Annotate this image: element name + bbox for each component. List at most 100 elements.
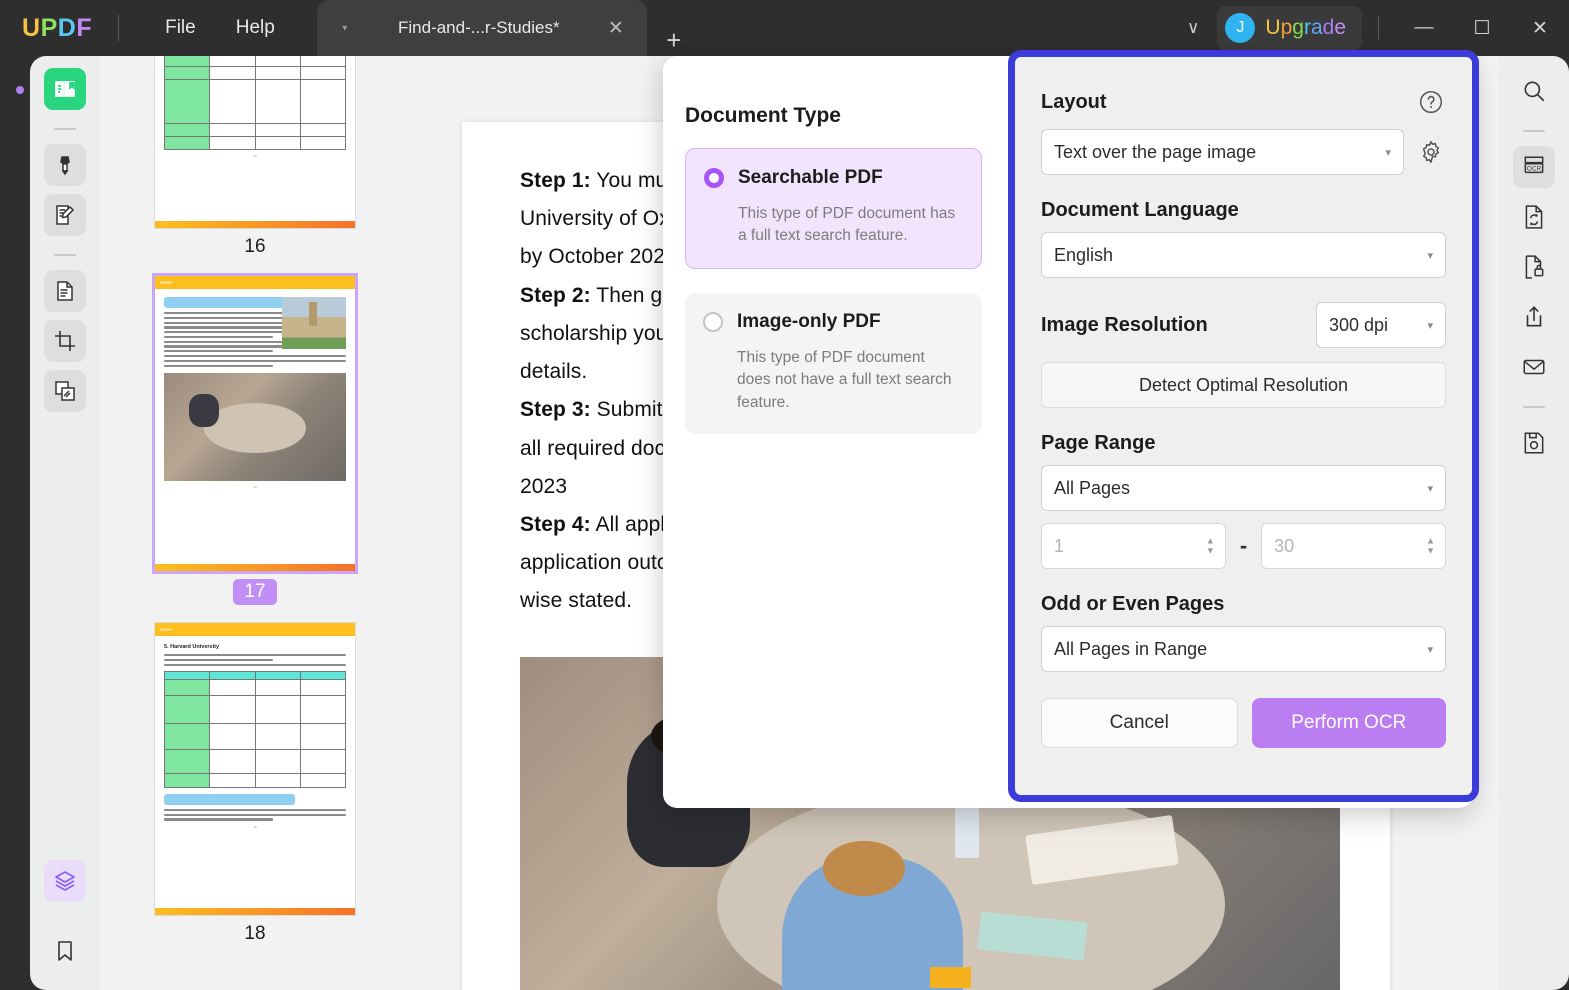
document-tab[interactable]: ▾ Find-and-...r-Studies* ✕ [316, 0, 647, 56]
menu-help[interactable]: Help [216, 11, 295, 45]
thumbnail-page-18[interactable]: UPDF 5. Harvard University 18 [155, 623, 355, 915]
stepper-arrows-icon[interactable]: ▲ ▼ [1426, 536, 1435, 555]
stepper-up-icon[interactable]: ▲ [1206, 536, 1215, 545]
ocr-icon[interactable]: OCR [1513, 146, 1555, 188]
option-description: This type of PDF document does not have … [737, 348, 952, 411]
range-to-input[interactable]: 30 ▲ ▼ [1261, 523, 1447, 569]
upgrade-char: r [1303, 16, 1311, 39]
option-description: This type of PDF document has a full tex… [738, 205, 956, 245]
range-from-value: 1 [1054, 535, 1065, 556]
edit-pdf-icon[interactable] [44, 194, 86, 236]
avatar: J [1225, 13, 1256, 43]
detect-optimal-resolution-button[interactable]: Detect Optimal Resolution [1041, 362, 1446, 408]
page-range-select[interactable]: All Pages ▾ [1041, 465, 1446, 511]
tab-dropdown-caret-icon[interactable]: ▾ [331, 23, 359, 34]
stepper-down-icon[interactable]: ▼ [1206, 546, 1215, 555]
minimize-button[interactable]: — [1395, 0, 1453, 56]
toolbar-divider-1 [54, 128, 76, 130]
gear-icon[interactable] [1416, 137, 1446, 167]
chevron-down-icon[interactable]: ▾ [1427, 319, 1433, 332]
maximize-button[interactable]: ☐ [1453, 0, 1511, 56]
language-value: English [1054, 244, 1114, 265]
email-icon[interactable] [1513, 346, 1555, 388]
thumb-text-line [164, 350, 274, 353]
stepper-down-icon[interactable]: ▼ [1426, 546, 1435, 555]
crop-page-icon[interactable] [44, 320, 86, 362]
layout-select[interactable]: Text over the page image ▾ [1041, 129, 1404, 175]
share-icon[interactable] [1513, 296, 1555, 338]
odd-even-label: Odd or Even Pages [1041, 593, 1225, 615]
cancel-button[interactable]: Cancel [1041, 698, 1238, 748]
chevron-down-icon[interactable]: ∨ [1169, 18, 1217, 38]
search-icon[interactable] [1513, 70, 1555, 112]
upgrade-button[interactable]: J U p g r a d e [1217, 6, 1362, 50]
chevron-down-icon[interactable]: ▾ [1427, 249, 1433, 262]
resolution-label: Image Resolution [1041, 313, 1208, 336]
organize-pages-icon[interactable] [44, 270, 86, 312]
bookmark-icon[interactable] [44, 930, 86, 972]
chevron-down-icon[interactable]: ▾ [1427, 643, 1433, 656]
doc-line-bold: Step 3: [520, 398, 591, 422]
status-dot [16, 86, 24, 94]
thumb-footer-bar [155, 908, 355, 915]
chevron-down-icon[interactable]: ▾ [1427, 482, 1433, 495]
thumbnail-page-16[interactable]: 16 [155, 56, 355, 228]
thumb-text-line [164, 658, 274, 661]
menu-file[interactable]: File [145, 11, 216, 45]
chevron-down-icon[interactable]: ▾ [1385, 146, 1391, 159]
help-icon[interactable] [1416, 87, 1446, 117]
page-number-label-18: 18 [244, 923, 266, 944]
reader-mode-icon[interactable] [44, 68, 86, 110]
logo-char-p: P [40, 13, 58, 42]
upgrade-char: U [1265, 16, 1281, 39]
close-window-button[interactable]: ✕ [1511, 0, 1569, 56]
tab-strip: ▾ Find-and-...r-Studies* ✕ + [316, 0, 701, 56]
thumb-photo-study [164, 372, 346, 481]
option-label: Searchable PDF [738, 167, 883, 188]
resolution-select[interactable]: 300 dpi ▾ [1316, 302, 1446, 348]
radio-image-only-pdf[interactable] [703, 311, 723, 332]
close-tab-icon[interactable]: ✕ [599, 17, 633, 40]
perform-ocr-button[interactable]: Perform OCR [1251, 698, 1446, 748]
highlighter-icon[interactable] [44, 144, 86, 186]
odd-even-select[interactable]: All Pages in Range ▾ [1041, 626, 1446, 672]
page-range-inputs: 1 ▲ ▼ - 30 ▲ ▼ [1041, 523, 1447, 569]
thumb-page-footer-number: 16 [253, 484, 257, 489]
language-select[interactable]: English ▾ [1041, 232, 1446, 278]
thumb-text-line [164, 359, 346, 362]
titlebar-right-group: ∨ J U p g r a d e — ☐ ✕ [1169, 0, 1569, 56]
ocr-settings-highlight-border: Layout Text over the page image ▾ Docume… [1008, 50, 1479, 802]
thumb-header-bar: UPDF [155, 276, 355, 289]
thumbnail-page-17[interactable]: UPDF 16 [152, 273, 358, 574]
language-label: Document Language [1041, 199, 1239, 221]
stepper-up-icon[interactable]: ▲ [1426, 536, 1435, 545]
stepper-arrows-icon[interactable]: ▲ ▼ [1206, 536, 1215, 555]
protect-pdf-icon[interactable] [1513, 246, 1555, 288]
layers-icon[interactable] [44, 860, 86, 902]
page-range-value: All Pages [1054, 477, 1131, 498]
option-image-only-pdf[interactable]: Image-only PDF This type of PDF document… [685, 292, 982, 435]
layout-header-row: Layout [1041, 87, 1446, 117]
page-number-label-17: 17 [233, 579, 277, 605]
page-range-label: Page Range [1041, 432, 1156, 454]
thumbnail-panel[interactable]: 16 16 UPDF 16 17 UPDF 5. Harvard Univers… [100, 56, 410, 990]
save-icon[interactable] [1513, 422, 1555, 464]
thumb-header-logo: UPDF [160, 627, 173, 632]
thumb-header-logo: UPDF [160, 280, 173, 285]
thumb-text-line [164, 654, 346, 657]
option-header: Image-only PDF [703, 311, 962, 333]
range-from-input[interactable]: 1 ▲ ▼ [1041, 523, 1226, 569]
radio-searchable-pdf[interactable] [704, 168, 724, 188]
doc-line-text: wise stated. [520, 589, 633, 613]
right-toolbar-divider-2 [1523, 406, 1545, 408]
convert-pdf-icon[interactable] [1513, 196, 1555, 238]
tab-title: Find-and-...r-Studies* [398, 18, 560, 37]
logo-char-f: F [76, 13, 93, 42]
upgrade-char: e [1334, 16, 1346, 39]
upgrade-label: U p g r a d e [1265, 16, 1346, 40]
option-searchable-pdf[interactable]: Searchable PDF This type of PDF document… [685, 148, 982, 269]
svg-text:OCR: OCR [1527, 166, 1542, 173]
new-tab-button[interactable]: + [647, 25, 701, 56]
batch-process-icon[interactable] [44, 370, 86, 412]
page-number-label-16: 16 [244, 236, 266, 257]
